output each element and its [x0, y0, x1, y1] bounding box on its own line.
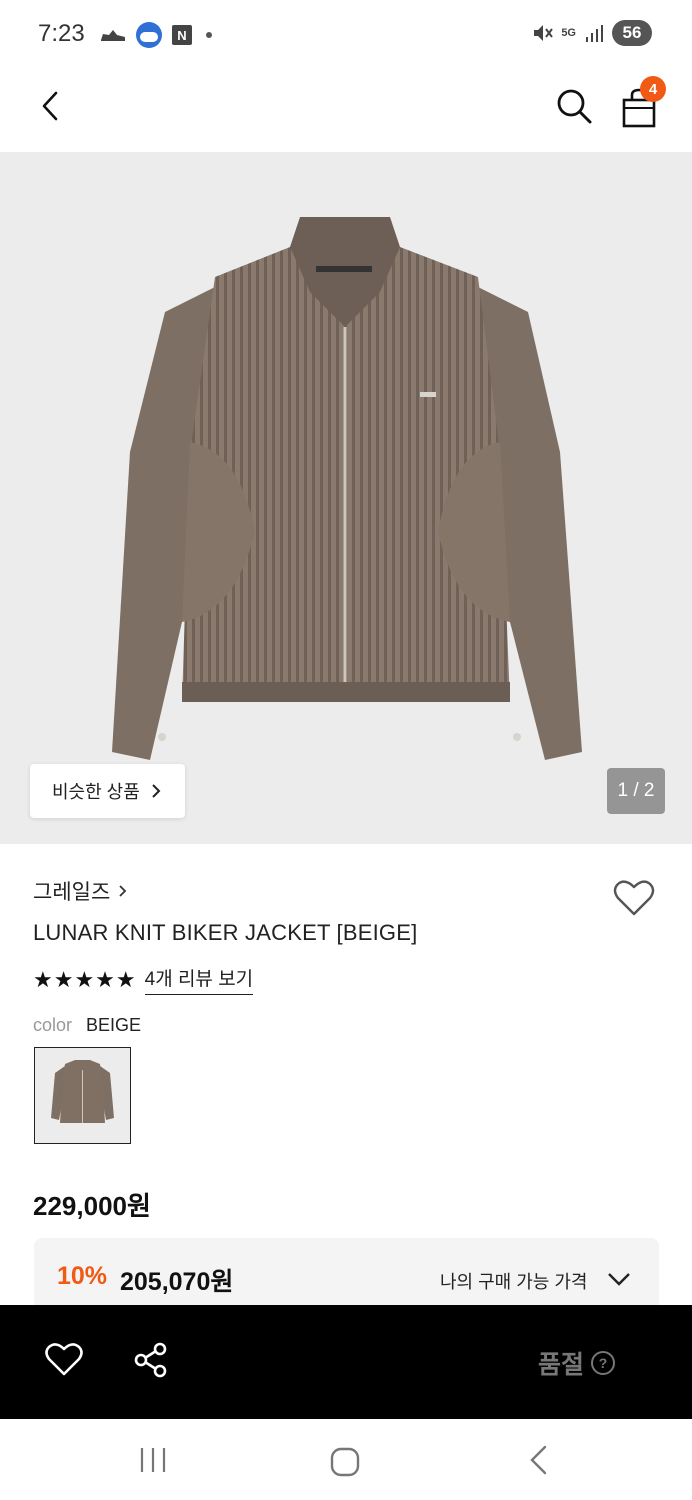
naver-icon: N	[172, 25, 192, 45]
mute-icon	[534, 25, 554, 41]
network-type: 5G	[561, 26, 576, 39]
color-swatch-beige[interactable]	[34, 1047, 131, 1144]
chevron-right-icon	[152, 784, 161, 798]
status-notification-icons: N	[100, 22, 212, 48]
wishlist-heart-icon[interactable]	[612, 878, 656, 918]
soldout-status: 품절 ?	[538, 1345, 616, 1381]
svg-text:?: ?	[599, 1355, 608, 1371]
discount-price: 205,070원	[120, 1268, 234, 1296]
home-icon[interactable]	[328, 1445, 362, 1479]
status-system-icons: 5G 56	[531, 20, 652, 46]
rating-stars: ★★★★★	[33, 966, 137, 992]
battery-indicator: 56	[612, 20, 652, 46]
original-price: 229,000원	[33, 1191, 151, 1221]
product-image-gallery[interactable]: 비슷한 상품 1 / 2	[0, 152, 692, 844]
my-price-label: 나의 구매 가능 가격	[440, 1272, 588, 1292]
app-header	[0, 70, 692, 152]
share-icon[interactable]	[132, 1341, 170, 1379]
jacket-image	[112, 217, 582, 760]
system-navigation-bar	[0, 1419, 692, 1500]
help-icon[interactable]: ?	[590, 1350, 616, 1376]
brand-name: 그레일즈	[33, 881, 111, 904]
color-label: color	[33, 1015, 73, 1035]
product-name: LUNAR KNIT BIKER JACKET [BEIGE]	[33, 920, 418, 945]
shoe-app-icon	[101, 30, 125, 41]
notification-dot-icon	[206, 32, 212, 38]
color-row: color BEIGE	[33, 1015, 141, 1036]
signal-icon	[586, 25, 603, 42]
bottom-action-bar: 품절 ?	[0, 1305, 692, 1419]
search-icon[interactable]	[554, 86, 594, 126]
recent-apps-icon[interactable]	[136, 1445, 170, 1475]
review-link[interactable]: 4개 리뷰 보기	[144, 964, 254, 995]
image-page-indicator: 1 / 2	[607, 768, 665, 814]
discount-rate: 10%	[57, 1262, 108, 1290]
rating-row: ★★★★★ 4개 리뷰 보기	[33, 964, 254, 995]
back-arrow-icon[interactable]	[34, 88, 70, 124]
heart-icon[interactable]	[44, 1341, 84, 1377]
status-time: 7:23	[38, 20, 85, 47]
color-value: BEIGE	[86, 1015, 142, 1035]
toon-app-icon	[136, 22, 162, 48]
status-bar: 7:23 N 5G 56	[0, 0, 692, 70]
brand-link[interactable]: 그레일즈	[33, 876, 128, 906]
cart-count-badge: 4	[640, 76, 666, 102]
back-icon[interactable]	[524, 1443, 554, 1477]
soldout-label: 품절	[538, 1351, 585, 1379]
similar-products-button[interactable]: 비슷한 상품	[30, 764, 185, 818]
jacket-thumbnail	[51, 1060, 114, 1123]
similar-products-label: 비슷한 상품	[52, 782, 140, 802]
chevron-right-icon	[119, 885, 127, 897]
chevron-down-icon	[608, 1273, 630, 1286]
